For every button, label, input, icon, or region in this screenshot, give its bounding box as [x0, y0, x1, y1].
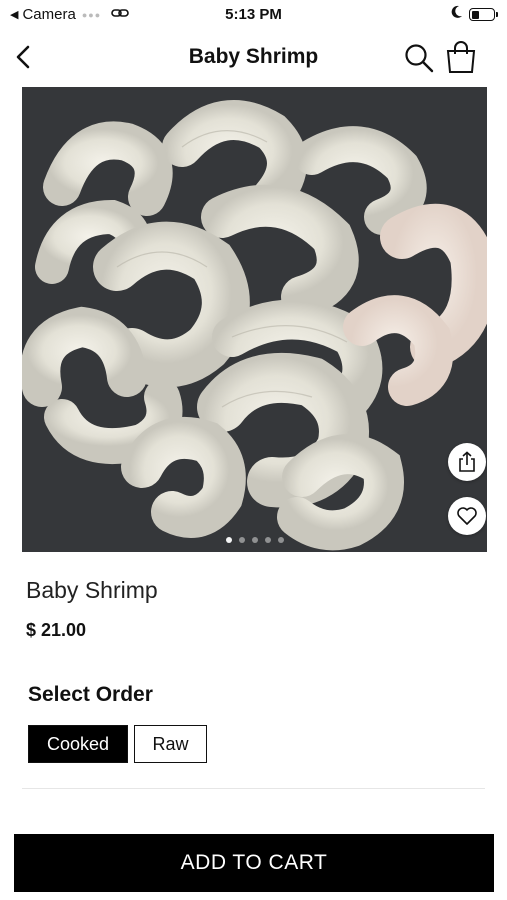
- status-right: [451, 5, 498, 24]
- gallery-dot[interactable]: [238, 537, 245, 543]
- product-name: Baby Shrimp: [26, 577, 158, 603]
- gallery-dot[interactable]: [277, 537, 284, 543]
- gallery-page-indicator[interactable]: [22, 537, 487, 543]
- moon-icon: [451, 5, 463, 24]
- share-button[interactable]: [448, 443, 486, 481]
- add-to-cart-button[interactable]: ADD TO CART: [14, 834, 494, 892]
- share-icon: [459, 451, 475, 472]
- cart-button[interactable]: [444, 40, 478, 74]
- gallery-dot[interactable]: [225, 537, 232, 543]
- navigation-bar: Baby Shrimp: [0, 30, 507, 86]
- option-raw[interactable]: Raw: [134, 725, 207, 763]
- product-image-gallery[interactable]: [22, 87, 487, 552]
- gallery-dot[interactable]: [264, 537, 271, 543]
- divider: [22, 788, 485, 789]
- favorite-button[interactable]: [448, 497, 486, 535]
- shopping-bag-icon: [446, 41, 476, 73]
- search-button[interactable]: [403, 42, 435, 74]
- gallery-dot[interactable]: [251, 537, 258, 543]
- option-cooked[interactable]: Cooked: [28, 725, 128, 763]
- heart-icon: [457, 507, 477, 525]
- status-bar: ◀ Camera ●●● 5:13 PM: [0, 0, 507, 30]
- product-price: $ 21.00: [26, 620, 87, 640]
- battery-icon: [469, 8, 498, 21]
- search-icon: [405, 44, 434, 73]
- shrimp-photo: [22, 87, 487, 552]
- option-group-title: Select Order: [28, 683, 153, 706]
- status-time: 5:13 PM: [225, 6, 282, 23]
- battery-level: [471, 10, 479, 19]
